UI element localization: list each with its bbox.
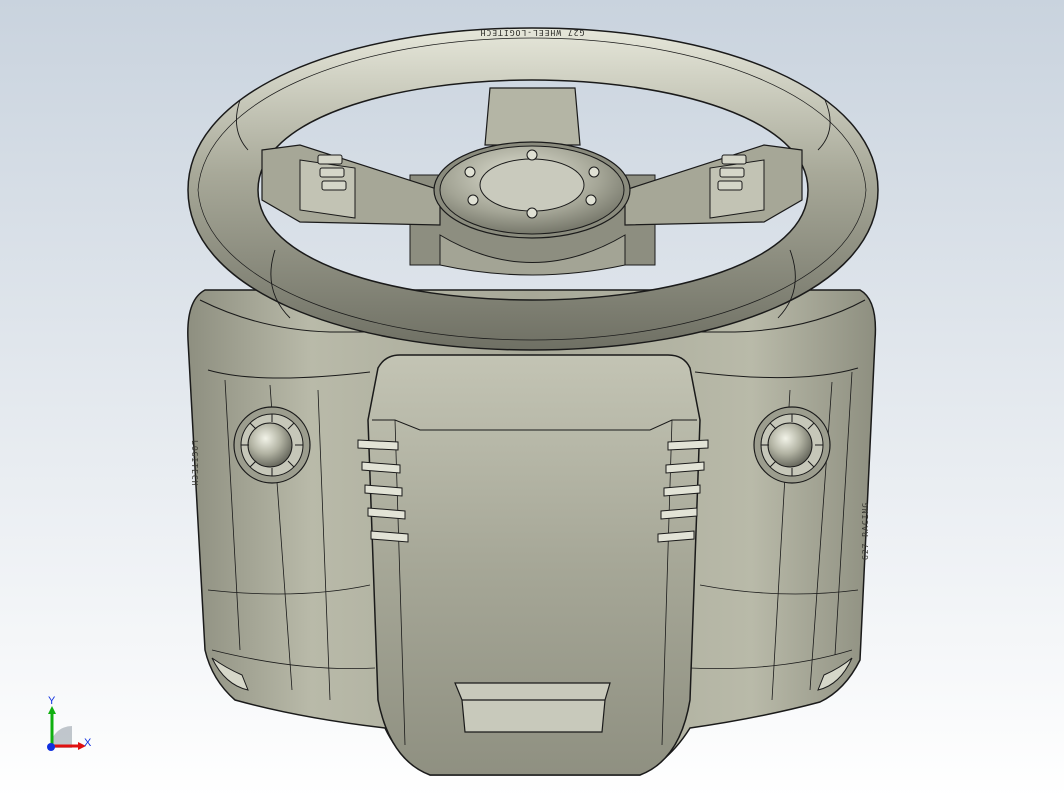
right-knob [753, 406, 831, 484]
y-axis-label: Y [48, 695, 56, 707]
model-canvas[interactable]: LOGITECH G27 RACING G27 WHEEL-LOGITECH X… [0, 0, 1064, 798]
z-axis-point [47, 743, 55, 751]
cad-viewport[interactable]: LOGITECH G27 RACING G27 WHEEL-LOGITECH X… [0, 0, 1064, 798]
coordinate-triad: X Y [47, 695, 92, 751]
rim-lettering: G27 WHEEL-LOGITECH [480, 28, 585, 37]
center-panel [357, 354, 709, 776]
steering-wheel: G27 WHEEL-LOGITECH [187, 27, 879, 351]
left-wheel-buttons [317, 154, 347, 191]
left-knob [233, 406, 311, 484]
right-wheel-buttons [717, 154, 747, 191]
left-body-lettering: LOGITECH [190, 440, 199, 487]
x-axis-label: X [84, 737, 92, 749]
horn-cap [479, 158, 585, 212]
right-body-lettering: G27 RACING [861, 502, 870, 560]
clamp-slot [454, 682, 611, 733]
